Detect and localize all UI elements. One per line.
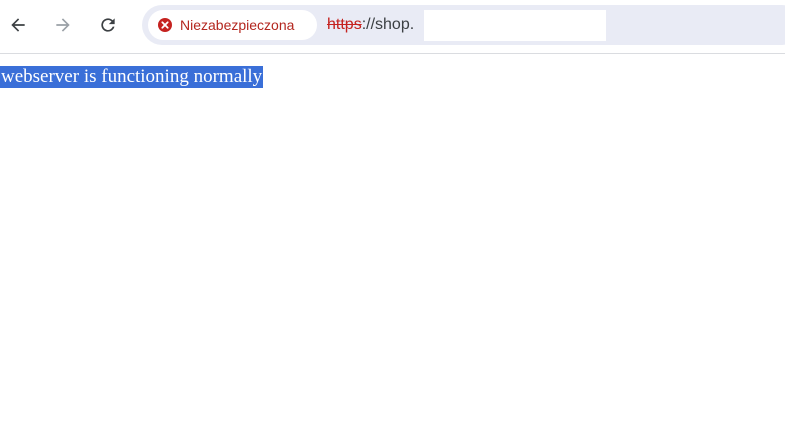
url-redaction (424, 10, 606, 41)
forward-button[interactable] (47, 9, 79, 41)
arrow-right-icon (56, 18, 70, 32)
page-content: webserver is functioning normally (0, 66, 264, 88)
reload-button[interactable] (92, 9, 124, 41)
address-bar[interactable]: Niezabezpieczona https://shop. (142, 5, 785, 45)
security-chip[interactable]: Niezabezpieczona (148, 10, 317, 40)
back-button[interactable] (2, 9, 34, 41)
reload-icon (101, 18, 115, 32)
url-rest: ://shop. (361, 16, 415, 33)
browser-toolbar: Niezabezpieczona https://shop. (0, 0, 785, 54)
error-circle-icon (158, 18, 172, 32)
url-text[interactable]: https://shop. (327, 16, 414, 34)
url-scheme: https (327, 16, 362, 33)
body-text-selected[interactable]: webserver is functioning normally (0, 66, 264, 88)
arrow-left-icon (11, 18, 25, 32)
security-chip-label: Niezabezpieczona (180, 17, 295, 33)
